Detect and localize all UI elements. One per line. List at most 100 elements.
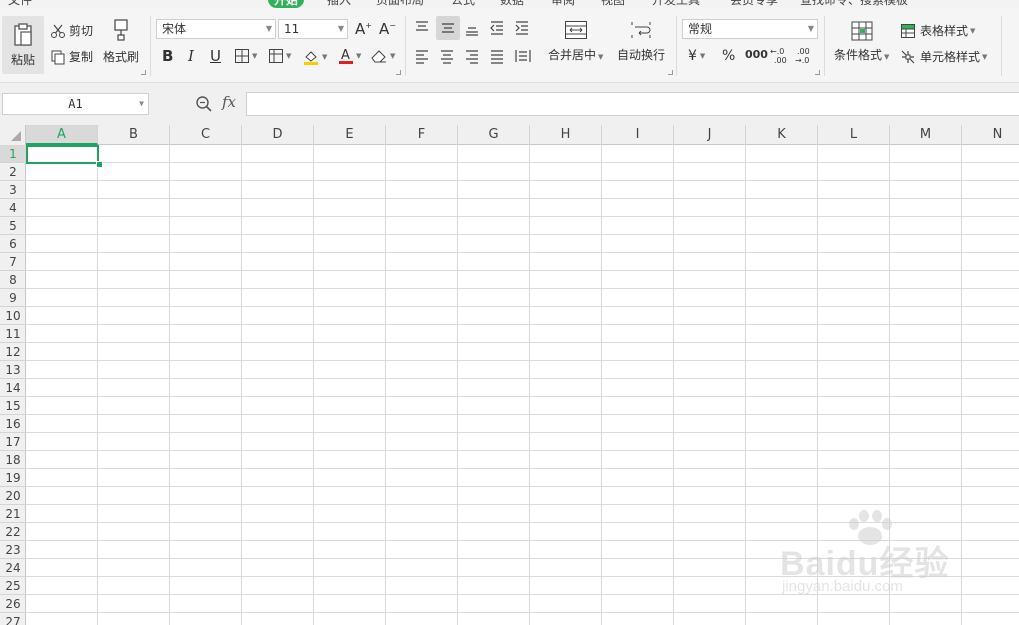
formula-input[interactable] <box>246 92 1019 116</box>
distributed-align-button[interactable] <box>514 48 532 64</box>
paste-button[interactable]: 粘贴 <box>2 16 44 74</box>
justify-button[interactable] <box>489 48 505 64</box>
row-header-26[interactable]: 26 <box>0 595 26 613</box>
row-header-8[interactable]: 8 <box>0 271 26 289</box>
fill-handle[interactable] <box>96 161 103 168</box>
menu-view[interactable]: 视图 <box>601 0 625 8</box>
font-group-launcher[interactable] <box>396 70 401 75</box>
row-header-4[interactable]: 4 <box>0 199 26 217</box>
font-size-select[interactable]: 11 ▼ <box>278 19 348 39</box>
column-header-h[interactable]: H <box>530 125 602 145</box>
alignment-group-launcher[interactable] <box>668 70 673 75</box>
row-header-1[interactable]: 1 <box>0 145 26 163</box>
row-header-17[interactable]: 17 <box>0 433 26 451</box>
align-left-button[interactable] <box>414 48 430 64</box>
number-group-launcher[interactable] <box>815 70 820 75</box>
menu-formulas[interactable]: 公式 <box>451 0 475 8</box>
menu-home-tab[interactable]: 开始 <box>268 0 305 8</box>
column-header-e[interactable]: E <box>314 125 386 145</box>
row-header-15[interactable]: 15 <box>0 397 26 415</box>
row-header-16[interactable]: 16 <box>0 415 26 433</box>
row-header-2[interactable]: 2 <box>0 163 26 181</box>
conditional-format-button[interactable]: 条件格式 ▼ <box>834 20 889 63</box>
format-painter-button[interactable]: 格式刷 <box>103 18 139 65</box>
decrease-font-button[interactable]: A− <box>379 20 396 38</box>
menu-data[interactable]: 数据 <box>500 0 524 8</box>
row-header-19[interactable]: 19 <box>0 469 26 487</box>
column-header-i[interactable]: I <box>602 125 674 145</box>
insert-function-button[interactable]: fx <box>222 93 236 111</box>
borders-button[interactable]: ▼ <box>234 48 257 64</box>
clipboard-group-launcher[interactable] <box>141 70 146 75</box>
font-color-button[interactable]: A ▼ <box>338 47 361 65</box>
decrease-indent-button[interactable] <box>489 20 505 36</box>
number-format-select[interactable]: 常规 ▼ <box>682 19 818 39</box>
cell-style-button[interactable]: 单元格样式 ▼ <box>900 48 987 65</box>
menu-page-layout[interactable]: 页面布局 <box>376 0 424 8</box>
copy-button[interactable]: 复制 <box>50 48 93 65</box>
fill-color-button[interactable]: ▼ <box>302 48 327 66</box>
column-header-c[interactable]: C <box>170 125 242 145</box>
merge-center-button[interactable]: 合并居中 ▼ <box>548 20 603 63</box>
menu-insert[interactable]: 插入 <box>327 0 351 8</box>
increase-indent-button[interactable] <box>514 20 530 36</box>
column-header-j[interactable]: J <box>674 125 746 145</box>
row-header-27[interactable]: 27 <box>0 613 26 625</box>
bold-button[interactable]: B <box>162 47 173 65</box>
row-header-23[interactable]: 23 <box>0 541 26 559</box>
row-header-14[interactable]: 14 <box>0 379 26 397</box>
row-header-21[interactable]: 21 <box>0 505 26 523</box>
table-style-button[interactable]: 表格样式 ▼ <box>900 22 975 39</box>
row-header-9[interactable]: 9 <box>0 289 26 307</box>
row-header-12[interactable]: 12 <box>0 343 26 361</box>
search-commands[interactable]: 查找命令、搜索模板 <box>800 0 908 8</box>
menu-member[interactable]: 会员专享 <box>730 0 778 8</box>
cell-style-quick-button[interactable]: ▼ <box>268 48 291 64</box>
row-header-24[interactable]: 24 <box>0 559 26 577</box>
underline-button[interactable]: U <box>210 47 221 65</box>
column-header-k[interactable]: K <box>746 125 818 145</box>
thousands-separator-button[interactable]: 000 <box>745 48 768 61</box>
menu-review[interactable]: 审阅 <box>551 0 575 8</box>
align-middle-button[interactable] <box>436 16 460 40</box>
column-header-f[interactable]: F <box>386 125 458 145</box>
column-header-g[interactable]: G <box>458 125 530 145</box>
row-header-6[interactable]: 6 <box>0 235 26 253</box>
wrap-text-button[interactable]: 自动换行 <box>617 20 665 63</box>
column-header-b[interactable]: B <box>98 125 170 145</box>
column-header-a[interactable]: A <box>26 125 98 145</box>
row-header-20[interactable]: 20 <box>0 487 26 505</box>
cut-button[interactable]: 剪切 <box>50 22 93 39</box>
align-right-button[interactable] <box>464 48 480 64</box>
active-cell-cursor[interactable] <box>26 145 99 164</box>
align-bottom-button[interactable] <box>464 20 480 36</box>
menu-developer[interactable]: 开发工具 <box>652 0 700 8</box>
row-header-25[interactable]: 25 <box>0 577 26 595</box>
increase-font-button[interactable]: A+ <box>355 20 372 38</box>
decrease-decimal-button[interactable]: .00 →.0 <box>795 46 813 66</box>
increase-decimal-button[interactable]: ←.0.00 <box>770 46 788 66</box>
row-header-3[interactable]: 3 <box>0 181 26 199</box>
currency-button[interactable]: ¥ ▼ <box>688 48 705 64</box>
italic-button[interactable]: I <box>188 47 194 65</box>
select-all-corner[interactable] <box>0 125 26 145</box>
column-header-d[interactable]: D <box>242 125 314 145</box>
menu-file[interactable]: 文件 <box>8 0 32 8</box>
row-header-5[interactable]: 5 <box>0 217 26 235</box>
name-box[interactable]: A1 ▼ <box>2 93 149 115</box>
row-header-11[interactable]: 11 <box>0 325 26 343</box>
font-name-select[interactable]: 宋体 ▼ <box>156 19 276 39</box>
percent-button[interactable]: % <box>722 48 735 64</box>
align-center-button[interactable] <box>439 48 455 64</box>
row-header-7[interactable]: 7 <box>0 253 26 271</box>
clear-format-button[interactable]: ▼ <box>370 48 395 64</box>
align-top-button[interactable] <box>414 20 430 36</box>
column-header-l[interactable]: L <box>818 125 890 145</box>
zoom-formula-button[interactable] <box>195 95 213 113</box>
row-header-18[interactable]: 18 <box>0 451 26 469</box>
column-header-n[interactable]: N <box>962 125 1019 145</box>
column-header-m[interactable]: M <box>890 125 962 145</box>
row-header-10[interactable]: 10 <box>0 307 26 325</box>
row-header-13[interactable]: 13 <box>0 361 26 379</box>
row-header-22[interactable]: 22 <box>0 523 26 541</box>
